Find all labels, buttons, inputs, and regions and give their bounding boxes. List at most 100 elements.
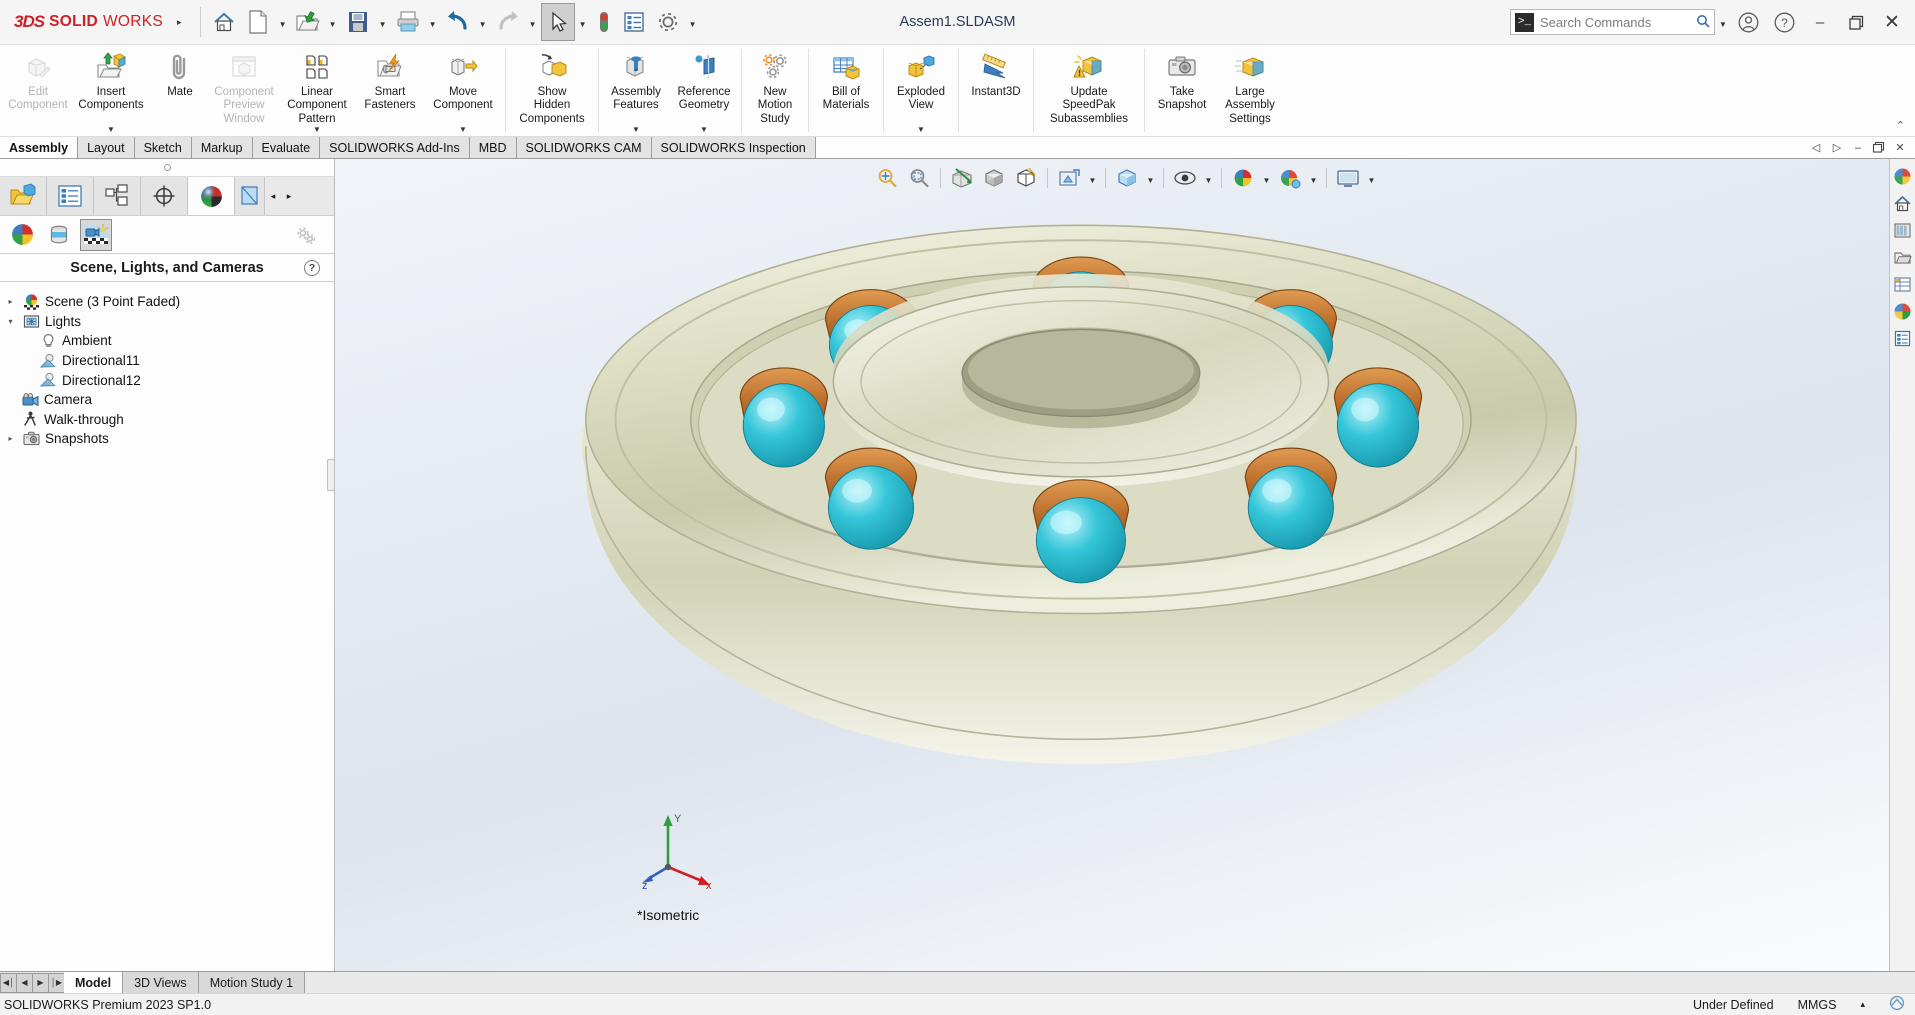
- section-view-icon[interactable]: [947, 164, 977, 192]
- options-dropdown-icon[interactable]: ▼: [685, 2, 701, 42]
- render-dropdown-icon[interactable]: ▼: [1307, 164, 1320, 192]
- tree-item-walkthrough[interactable]: Walk-through: [17, 410, 334, 430]
- expand-twisty-icon[interactable]: ▸: [4, 297, 17, 306]
- ribbon-assembly-features[interactable]: Assembly Features ▼: [602, 45, 670, 137]
- status-units[interactable]: MMGS: [1798, 998, 1837, 1012]
- display-panel-icon[interactable]: [1333, 164, 1363, 192]
- minimize-button[interactable]: –: [1803, 2, 1837, 42]
- tab-prev-button[interactable]: ◀: [16, 972, 33, 993]
- view-settings-icon[interactable]: [1170, 164, 1200, 192]
- save-dropdown-icon[interactable]: ▼: [375, 2, 391, 42]
- file-explorer-icon[interactable]: [1892, 246, 1914, 268]
- display-style-icon[interactable]: [1011, 164, 1041, 192]
- zoom-to-area-icon[interactable]: [904, 164, 934, 192]
- options-gear-icon[interactable]: [651, 2, 685, 42]
- search-library-icon[interactable]: [1892, 273, 1914, 295]
- apply-scene-icon[interactable]: [1228, 164, 1258, 192]
- open-folder-icon[interactable]: [291, 2, 325, 42]
- select-cursor-icon[interactable]: [540, 3, 575, 41]
- reference-geometry-dropdown-icon[interactable]: ▼: [700, 125, 708, 134]
- display-manager-tab[interactable]: [188, 177, 235, 215]
- tab-solidworks-cam[interactable]: SOLIDWORKS CAM: [516, 137, 652, 158]
- tab-last-button[interactable]: │▶: [48, 972, 65, 993]
- doc-minimize-button[interactable]: –: [1849, 139, 1867, 157]
- tab-next-button[interactable]: ▶: [32, 972, 49, 993]
- 3d-viewport[interactable]: ▼ ▼ ▼ ▼ ▼ ▼ Y x z *Isometric: [335, 159, 1915, 971]
- bottom-tab-motion-study[interactable]: Motion Study 1: [198, 972, 306, 993]
- bearing-assembly-model[interactable]: [335, 159, 1915, 971]
- display-options-icon[interactable]: [290, 219, 322, 251]
- scene-lights-cameras-button[interactable]: [80, 218, 112, 251]
- expand-twisty-icon[interactable]: ▸: [4, 434, 17, 443]
- tab-layout[interactable]: Layout: [78, 137, 135, 158]
- tree-item-snapshots[interactable]: ▸ Snapshots: [0, 429, 334, 449]
- ribbon-update-speedpak-subassemblies[interactable]: Update SpeedPak Subassemblies: [1037, 45, 1141, 137]
- edit-appearance-icon[interactable]: [1112, 164, 1142, 192]
- search-icon[interactable]: [1696, 14, 1710, 31]
- undo-icon[interactable]: [441, 2, 475, 42]
- manager-tab-prev-icon[interactable]: ◂: [265, 191, 281, 202]
- ribbon-bill-of-materials[interactable]: Bill of Materials: [812, 45, 880, 137]
- hide-show-items-icon[interactable]: [1054, 164, 1084, 192]
- close-button[interactable]: ✕: [1875, 2, 1909, 42]
- save-icon[interactable]: [341, 2, 375, 42]
- help-icon[interactable]: ?: [1767, 2, 1801, 42]
- tab-assembly[interactable]: Assembly: [0, 137, 79, 158]
- move-component-dropdown-icon[interactable]: ▼: [459, 125, 467, 134]
- display-panel-dropdown-icon[interactable]: ▼: [1365, 164, 1378, 192]
- doc-prev-button[interactable]: ◁: [1807, 139, 1825, 157]
- bottom-tab-3d-views[interactable]: 3D Views: [123, 972, 199, 993]
- status-units-caret-icon[interactable]: ▴: [1860, 999, 1865, 1010]
- tree-item-ambient[interactable]: Ambient: [35, 331, 334, 351]
- linear-pattern-dropdown-icon[interactable]: ▼: [313, 125, 321, 134]
- tree-item-scene[interactable]: ▸ Scene (3 Point Faded): [0, 292, 334, 312]
- tab-mbd[interactable]: MBD: [469, 137, 517, 158]
- tree-item-camera[interactable]: Camera: [17, 390, 334, 410]
- panel-resize-grip[interactable]: [327, 459, 335, 491]
- appearances-scenes-icon[interactable]: [1892, 300, 1914, 322]
- tree-item-lights[interactable]: ▾ Lights: [0, 312, 334, 332]
- ribbon-take-snapshot[interactable]: Take Snapshot: [1148, 45, 1216, 137]
- tab-evaluate[interactable]: Evaluate: [252, 137, 321, 158]
- feature-manager-tab[interactable]: [0, 177, 47, 215]
- restore-button[interactable]: [1839, 2, 1873, 42]
- logo-menu-caret-icon[interactable]: ▸: [173, 17, 194, 28]
- undo-dropdown-icon[interactable]: ▼: [475, 2, 491, 42]
- property-manager-tab[interactable]: [47, 177, 94, 215]
- configuration-manager-tab[interactable]: [94, 177, 141, 215]
- ribbon-show-hidden-components[interactable]: Show Hidden Components: [509, 45, 595, 137]
- doc-next-button[interactable]: ▷: [1828, 139, 1846, 157]
- tab-solidworks-add-ins[interactable]: SOLIDWORKS Add-Ins: [320, 137, 470, 158]
- print-icon[interactable]: [391, 2, 425, 42]
- ribbon-reference-geometry[interactable]: Reference Geometry ▼: [670, 45, 738, 137]
- doc-restore-button[interactable]: [1870, 139, 1888, 157]
- ribbon-edit-component[interactable]: Edit Component: [4, 45, 72, 137]
- ribbon-move-component[interactable]: Move Component ▼: [424, 45, 502, 137]
- bottom-tab-model[interactable]: Model: [64, 972, 124, 993]
- ribbon-component-preview-window[interactable]: Component Preview Window: [210, 45, 278, 137]
- tab-solidworks-inspection[interactable]: SOLIDWORKS Inspection: [651, 137, 816, 158]
- collapse-twisty-icon[interactable]: ▾: [4, 317, 17, 326]
- ribbon-insert-components[interactable]: Insert Components ▼: [72, 45, 150, 137]
- new-document-dropdown-icon[interactable]: ▼: [275, 2, 291, 42]
- ribbon-large-assembly-settings[interactable]: Large Assembly Settings: [1216, 45, 1284, 137]
- scene-dropdown-icon[interactable]: ▼: [1260, 164, 1273, 192]
- view-settings-dropdown-icon[interactable]: ▼: [1202, 164, 1215, 192]
- zoom-to-fit-icon[interactable]: [872, 164, 902, 192]
- assembly-features-dropdown-icon[interactable]: ▼: [632, 125, 640, 134]
- tab-sketch[interactable]: Sketch: [134, 137, 192, 158]
- rebuild-icon[interactable]: [591, 2, 617, 42]
- doc-close-button[interactable]: ✕: [1891, 139, 1909, 157]
- custom-properties-icon[interactable]: [1892, 327, 1914, 349]
- ribbon-instant3d[interactable]: Instant3D: [962, 45, 1030, 137]
- open-dropdown-icon[interactable]: ▼: [325, 2, 341, 42]
- collapse-ribbon-icon[interactable]: ⌃: [1896, 119, 1905, 132]
- panel-help-icon[interactable]: ?: [304, 259, 320, 276]
- file-properties-icon[interactable]: [617, 2, 651, 42]
- appearance-dropdown-icon[interactable]: ▼: [1144, 164, 1157, 192]
- ribbon-mate[interactable]: Mate: [150, 45, 210, 137]
- design-library-icon[interactable]: [1892, 219, 1914, 241]
- home-icon[interactable]: [207, 2, 241, 42]
- overlay-icon[interactable]: [1889, 995, 1905, 1014]
- manager-tab-next-icon[interactable]: ▸: [281, 191, 297, 202]
